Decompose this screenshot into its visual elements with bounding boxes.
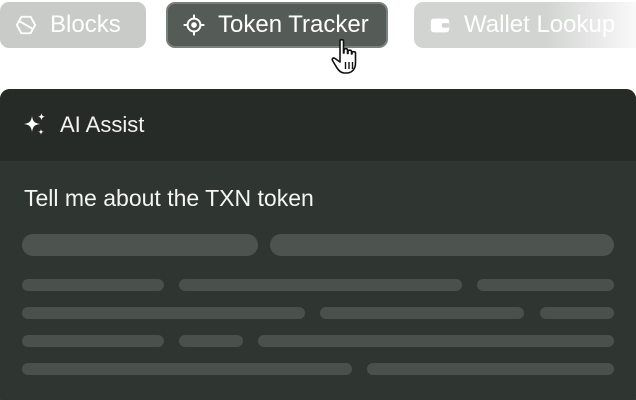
skeleton-line — [367, 363, 614, 375]
hexagon-icon — [14, 13, 38, 37]
hand-cursor-icon — [331, 38, 357, 74]
stage: Blocks Token Tracker Wallet Lookup AI As… — [0, 0, 636, 400]
skeleton-line — [258, 335, 614, 347]
panel-title: AI Assist — [60, 112, 145, 137]
skeleton-line — [477, 279, 614, 291]
tab-wallet-lookup[interactable]: Wallet Lookup — [414, 2, 636, 48]
sparkle-icon — [24, 113, 45, 135]
skeleton-line — [22, 307, 305, 319]
skeleton-line — [22, 363, 352, 375]
panel-header: AI Assist — [0, 89, 636, 161]
skeleton-line — [540, 307, 614, 319]
skeleton-line — [179, 279, 462, 291]
tab-wallet-lookup-label: Wallet Lookup — [464, 11, 616, 38]
ai-assist-panel: AI Assist Tell me about the TXN token — [0, 89, 636, 400]
tab-token-tracker-label: Token Tracker — [218, 11, 369, 38]
skeleton-line — [270, 234, 614, 256]
crosshair-icon — [182, 13, 206, 37]
skeleton-line — [22, 335, 164, 347]
skeleton-line — [320, 307, 524, 319]
skeleton-line — [22, 234, 258, 256]
tab-blocks-label: Blocks — [50, 11, 121, 38]
user-query: Tell me about the TXN token — [24, 185, 314, 211]
skeleton-line — [22, 279, 164, 291]
wallet-icon — [428, 13, 452, 37]
tab-blocks[interactable]: Blocks — [0, 2, 146, 48]
skeleton-line — [179, 335, 243, 347]
